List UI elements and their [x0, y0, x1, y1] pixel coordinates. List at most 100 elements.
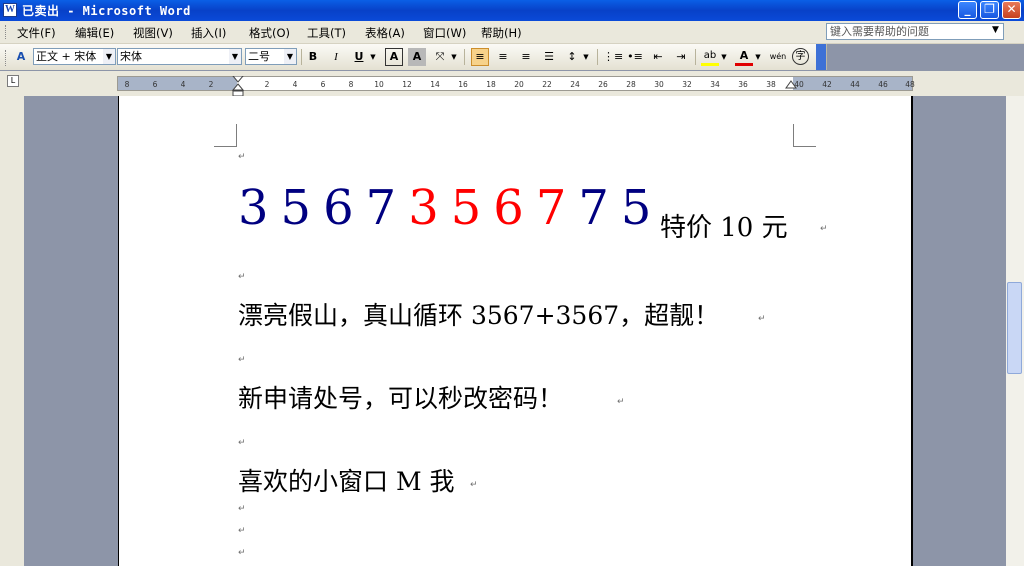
price-digit: 5 [280, 180, 314, 236]
window-title: 已卖出 - Microsoft Word [22, 4, 191, 18]
restore-button[interactable]: ❐ [980, 1, 999, 19]
ruler-tick: 36 [738, 80, 748, 89]
bold-button[interactable]: B [304, 48, 322, 66]
menu-format[interactable]: 格式(O) [249, 25, 290, 41]
price-suffix[interactable]: 特价 10 元 [660, 207, 788, 244]
font-size-combo[interactable]: 二号 ▼ [245, 48, 297, 65]
phonetic-guide-button[interactable]: wén [768, 48, 788, 66]
word-app-icon[interactable]: W [3, 3, 17, 17]
ruler-tick: 16 [458, 80, 468, 89]
decrease-indent-button[interactable]: ⇤ [649, 48, 667, 66]
paragraph-mark: ↵ [470, 480, 478, 490]
text-line-3[interactable]: 喜欢的小窗口 M 我 [238, 462, 455, 498]
menu-file[interactable]: 文件(F) [17, 25, 56, 41]
numbering-button[interactable]: ⋮≡ [603, 48, 624, 66]
chevron-down-icon[interactable]: ▼ [284, 49, 296, 64]
right-indent-marker-icon[interactable] [785, 80, 797, 90]
vertical-ruler-area [0, 96, 24, 566]
scaling-dropdown-icon[interactable]: ▼ [449, 48, 459, 66]
justify-button[interactable]: ☰ [540, 48, 558, 66]
increase-indent-icon: ⇥ [676, 50, 686, 63]
title-bar: W 已卖出 - Microsoft Word _ ❐ ✕ [0, 0, 1024, 21]
toolbar-grip-handle[interactable] [5, 50, 8, 66]
menu-table[interactable]: 表格(A) [365, 25, 405, 41]
ruler-tick: 20 [514, 80, 524, 89]
increase-indent-button[interactable]: ⇥ [672, 48, 690, 66]
font-color-button[interactable]: A [735, 48, 753, 66]
text-line-2[interactable]: 新申请处号，可以秒改密码！ [238, 379, 563, 415]
justify-icon: ☰ [544, 50, 554, 63]
align-right-button[interactable]: ≡ [517, 48, 535, 66]
enclose-characters-button[interactable]: 字 [792, 48, 809, 65]
ruler-tick: 24 [570, 80, 580, 89]
price-digit: 6 [323, 180, 356, 236]
font-color-dropdown-icon[interactable]: ▼ [753, 48, 763, 66]
bulleted-list-icon: •≡ [627, 50, 643, 63]
paragraph-mark: ↵ [758, 314, 766, 324]
toolbar-separator [301, 49, 302, 65]
character-shading-button[interactable]: A [408, 48, 426, 66]
styles-pane-icon[interactable]: A [12, 48, 30, 66]
ruler-tick: 46 [878, 80, 888, 89]
indent-marker-icon[interactable] [232, 76, 244, 98]
vertical-scrollbar[interactable] [1006, 96, 1024, 566]
numbered-list-icon: ⋮≡ [603, 50, 624, 63]
paragraph-mark: ↵ [238, 152, 246, 162]
font-combo[interactable]: 宋体 ▼ [117, 48, 242, 65]
align-center-button[interactable]: ≡ [494, 48, 512, 66]
align-center-icon: ≡ [498, 50, 508, 63]
toolbar-separator [464, 49, 465, 65]
paragraph-mark: ↵ [238, 526, 246, 536]
chevron-down-icon[interactable]: ▼ [103, 49, 115, 64]
menu-insert[interactable]: 插入(I) [191, 25, 226, 41]
underline-dropdown-icon[interactable]: ▼ [368, 48, 378, 66]
underline-button[interactable]: U [350, 48, 368, 66]
align-left-button[interactable]: ≡ [471, 48, 489, 66]
price-digit: 7 [365, 180, 399, 236]
menu-tools[interactable]: 工具(T) [307, 25, 346, 41]
highlight-button[interactable]: ab [701, 48, 719, 66]
scrollbar-thumb[interactable] [1007, 282, 1022, 374]
tab-selector[interactable]: L [7, 75, 19, 87]
menu-help[interactable]: 帮助(H) [481, 25, 522, 41]
line-spacing-button[interactable]: ↕ [563, 48, 581, 66]
ruler-tick: 48 [905, 80, 915, 89]
highlight-dropdown-icon[interactable]: ▼ [719, 48, 729, 66]
ruler-tick: 6 [152, 80, 158, 89]
character-scaling-icon[interactable]: ⤧ [431, 48, 449, 66]
paragraph-mark: ↵ [238, 438, 246, 448]
menu-edit[interactable]: 编辑(E) [75, 25, 114, 41]
minimize-button[interactable]: _ [958, 1, 977, 19]
ruler-tick: 14 [430, 80, 440, 89]
price-digit: 7 [535, 180, 569, 236]
ruler-tick: 42 [822, 80, 832, 89]
menu-window[interactable]: 窗口(W) [423, 25, 466, 41]
paragraph-mark: ↵ [238, 355, 246, 365]
menu-grip-handle[interactable] [5, 25, 8, 39]
character-border-button[interactable]: A [385, 48, 403, 66]
margin-corner-left [214, 124, 237, 147]
ruler-tick: 8 [348, 80, 354, 89]
margin-corner-right [793, 124, 816, 147]
bullets-button[interactable]: •≡ [626, 48, 644, 66]
decrease-indent-icon: ⇤ [653, 50, 663, 63]
text-line-1[interactable]: 漂亮假山，真山循环 3567+3567，超靓！ [238, 296, 719, 332]
italic-button[interactable]: I [327, 48, 345, 66]
ruler-tick: 4 [292, 80, 298, 89]
chevron-down-icon[interactable]: ▼ [229, 49, 241, 64]
price-digit: 7 [578, 180, 611, 236]
toolbar-options-button[interactable] [816, 44, 826, 70]
help-dropdown-icon[interactable]: ▼ [992, 25, 999, 35]
help-search-input[interactable]: 键入需要帮助的问题 [826, 23, 1004, 40]
menu-view[interactable]: 视图(V) [133, 25, 173, 41]
close-button[interactable]: ✕ [1002, 1, 1021, 19]
line-spacing-dropdown-icon[interactable]: ▼ [581, 48, 591, 66]
price-digit: 3 [238, 180, 271, 236]
paragraph-mark: ↵ [820, 224, 828, 234]
style-combo[interactable]: 正文 + 宋体 ▼ [33, 48, 116, 65]
ruler-tick: 2 [208, 80, 214, 89]
price-digit: 6 [493, 180, 526, 236]
ruler-tick: 32 [682, 80, 692, 89]
align-left-icon: ≡ [475, 50, 485, 63]
price-number[interactable]: 3567356775 [238, 180, 663, 236]
